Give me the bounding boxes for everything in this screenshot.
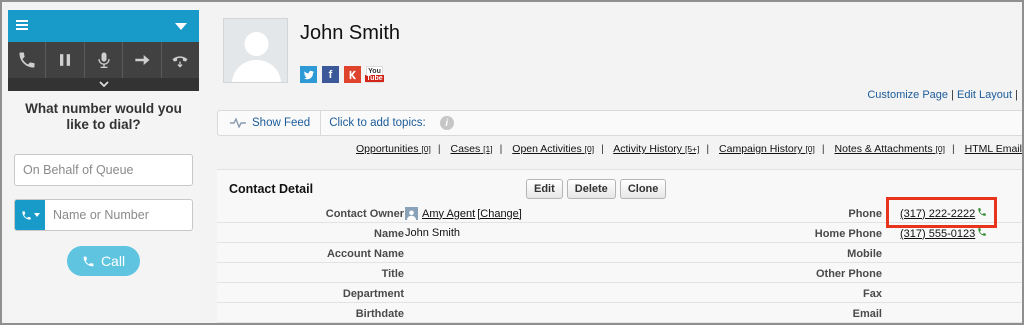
detail-row: Birthdate Email [217, 304, 1022, 323]
phone-icon[interactable] [8, 42, 47, 78]
feed-bar: Show Feed Click to add topics: i [217, 110, 1022, 136]
contact-detail-section: Contact Detail Edit Delete Clone Contact… [217, 169, 1022, 323]
related-link-notes-attachments[interactable]: Notes & Attachments [0] [835, 143, 945, 155]
screenshot-frame: What number would you like to dial? Call… [0, 0, 1024, 325]
detail-row: Department Fax [217, 284, 1022, 303]
detail-row: Name John Smith Home Phone (317) 555-012… [217, 224, 1022, 243]
field-label: Email [852, 308, 882, 320]
contact-page: John Smith f You Tube Customize Page | E… [200, 4, 1022, 323]
field-label: Title [381, 268, 404, 280]
detail-row: Title Other Phone [217, 264, 1022, 283]
social-links: f You Tube [300, 66, 384, 83]
softphone-header [8, 10, 199, 42]
field-label: Other Phone [815, 268, 882, 280]
detail-row: Contact Owner Amy Agent [Change] Phone (… [217, 204, 1022, 223]
softphone-panel: What number would you like to dial? Call [8, 10, 199, 323]
field-label: Account Name [326, 248, 404, 260]
phone-icon [21, 210, 31, 220]
queue-input[interactable] [15, 155, 192, 185]
related-link-campaign-history[interactable]: Campaign History [0] [719, 143, 815, 155]
field-label: Name [374, 228, 404, 240]
contact-avatar [223, 18, 288, 83]
call-controls [8, 42, 199, 78]
change-owner-link[interactable]: [Change] [477, 208, 522, 220]
field-label: Birthdate [355, 308, 404, 320]
field-value: (317) 555-0123 [900, 227, 987, 240]
page-title: John Smith [300, 22, 401, 44]
queue-field[interactable] [14, 154, 193, 186]
person-silhouette-icon [232, 32, 281, 82]
show-feed-label: Show Feed [252, 117, 311, 129]
youtube-you: You [368, 67, 381, 75]
caret-down-icon[interactable] [175, 23, 187, 30]
click-to-dial-icon[interactable] [977, 227, 987, 240]
field-label: Fax [863, 288, 882, 300]
related-link-activity-history[interactable]: Activity History [5+] [613, 143, 699, 155]
field-label: Home Phone [814, 228, 882, 240]
arrow-right-icon[interactable] [123, 42, 162, 78]
user-icon [405, 207, 418, 220]
field-value: (317) 222-2222 [900, 207, 987, 220]
number-field[interactable] [14, 199, 193, 231]
microphone-icon[interactable] [85, 42, 124, 78]
dial-type-dropdown[interactable] [15, 200, 45, 230]
customize-page-link[interactable]: Customize Page [867, 89, 948, 101]
edit-button[interactable]: Edit [526, 179, 563, 199]
related-link-opportunities[interactable]: Opportunities [0] [356, 143, 431, 155]
call-button[interactable]: Call [67, 246, 140, 276]
related-link-html-email[interactable]: HTML Email [965, 143, 1022, 155]
hangup-icon[interactable] [162, 42, 199, 78]
link-separator: | [1015, 89, 1018, 101]
phone-link[interactable]: (317) 222-2222 [900, 208, 975, 220]
expand-chevron-icon[interactable] [8, 78, 199, 91]
delete-button[interactable]: Delete [566, 179, 616, 199]
detail-row: Account Name Mobile [217, 244, 1022, 263]
info-icon[interactable]: i [439, 116, 454, 130]
link-separator: | [951, 89, 954, 101]
call-button-label: Call [100, 253, 126, 269]
clone-button[interactable]: Clone [619, 179, 667, 199]
owner-link[interactable]: Amy Agent [422, 208, 475, 220]
youtube-tube: Tube [365, 74, 384, 82]
home-phone-link[interactable]: (317) 555-0123 [900, 228, 975, 240]
page-links: Customize Page | Edit Layout | [867, 89, 1018, 101]
field-label: Mobile [847, 248, 882, 260]
facebook-icon[interactable]: f [322, 66, 339, 83]
klout-icon[interactable] [344, 66, 361, 83]
field-label: Phone [848, 208, 882, 220]
related-list-links: Opportunities [0] | Cases [1] | Open Activ… [356, 143, 1022, 155]
detail-buttons: Edit Delete Clone [526, 179, 667, 199]
youtube-icon[interactable]: You Tube [365, 66, 384, 83]
field-value: Amy Agent [Change] [405, 207, 522, 220]
pulse-icon [230, 118, 246, 128]
phone-icon [83, 256, 94, 266]
show-feed-button[interactable]: Show Feed [218, 111, 322, 135]
twitter-icon[interactable] [300, 66, 317, 83]
field-label: Contact Owner [325, 208, 404, 220]
click-to-dial-icon[interactable] [977, 207, 987, 220]
field-value: John Smith [405, 227, 461, 239]
edit-layout-link[interactable]: Edit Layout [957, 89, 1012, 101]
dial-prompt: What number would you like to dial? [25, 101, 182, 132]
add-topics-link[interactable]: Click to add topics: [321, 117, 426, 129]
field-label: Department [342, 288, 404, 300]
caret-down-icon [33, 213, 40, 217]
pause-icon[interactable] [46, 42, 85, 78]
section-title: Contact Detail [229, 182, 314, 196]
number-input[interactable] [45, 200, 192, 230]
hamburger-menu-icon[interactable] [16, 20, 28, 30]
related-link-open-activities[interactable]: Open Activities [0] [512, 143, 594, 155]
related-link-cases[interactable]: Cases [1] [450, 143, 492, 155]
